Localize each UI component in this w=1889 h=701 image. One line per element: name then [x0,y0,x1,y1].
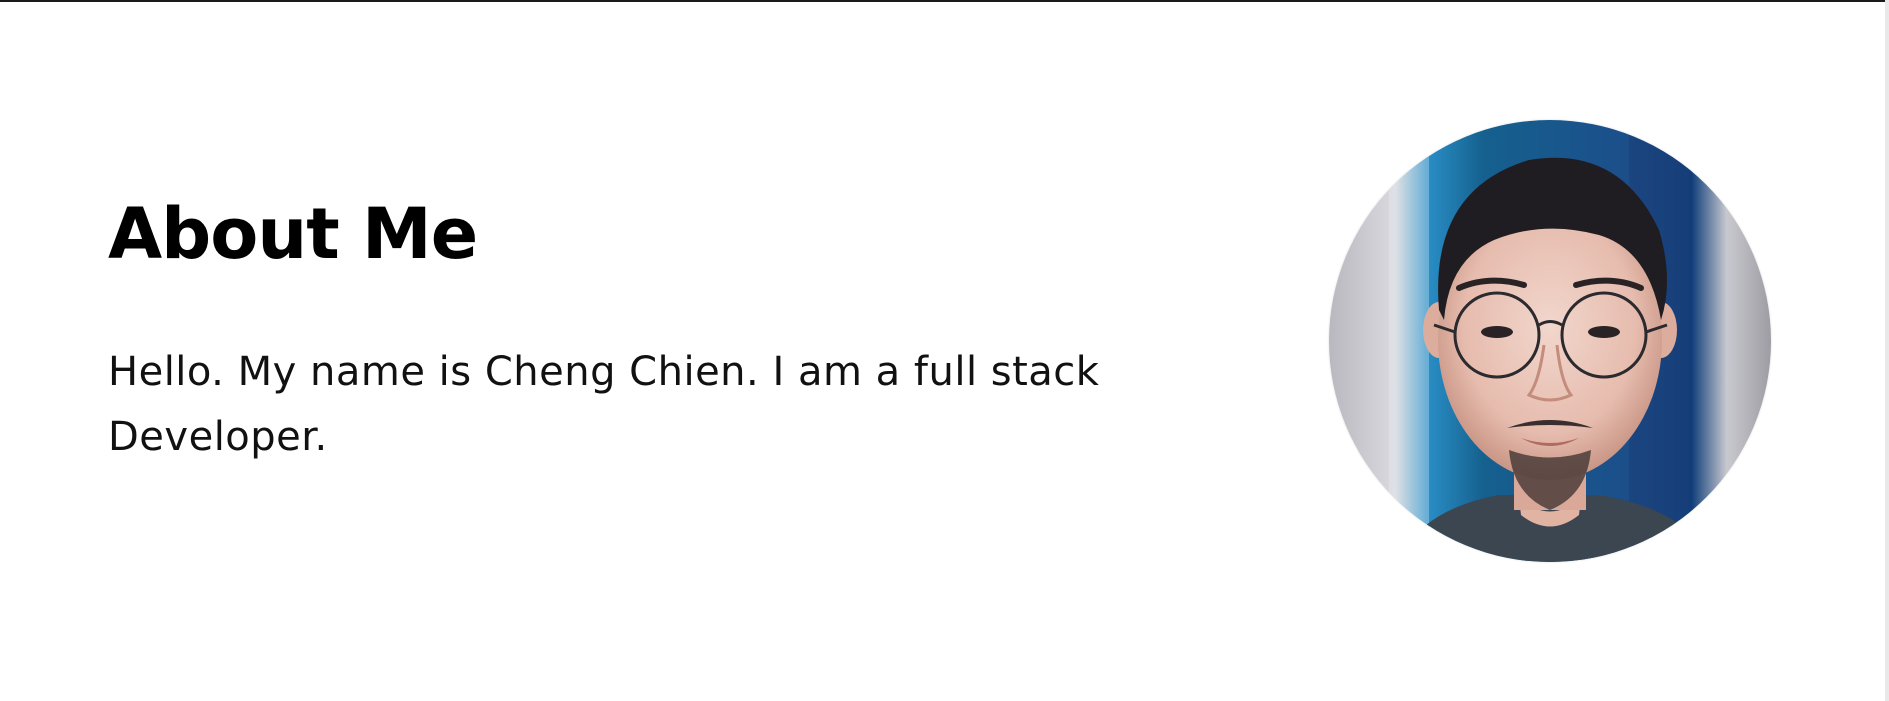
profile-photo-avatar [1329,120,1771,562]
about-text-block: About Me Hello. My name is Cheng Chien. … [108,192,1208,470]
about-title: About Me [108,193,478,275]
about-description: Hello. My name is Cheng Chien. I am a fu… [108,349,1100,460]
about-section: About Me Hello. My name is Cheng Chien. … [0,2,1885,701]
profile-photo [1329,120,1771,562]
page-scroll-edge [1885,0,1889,701]
